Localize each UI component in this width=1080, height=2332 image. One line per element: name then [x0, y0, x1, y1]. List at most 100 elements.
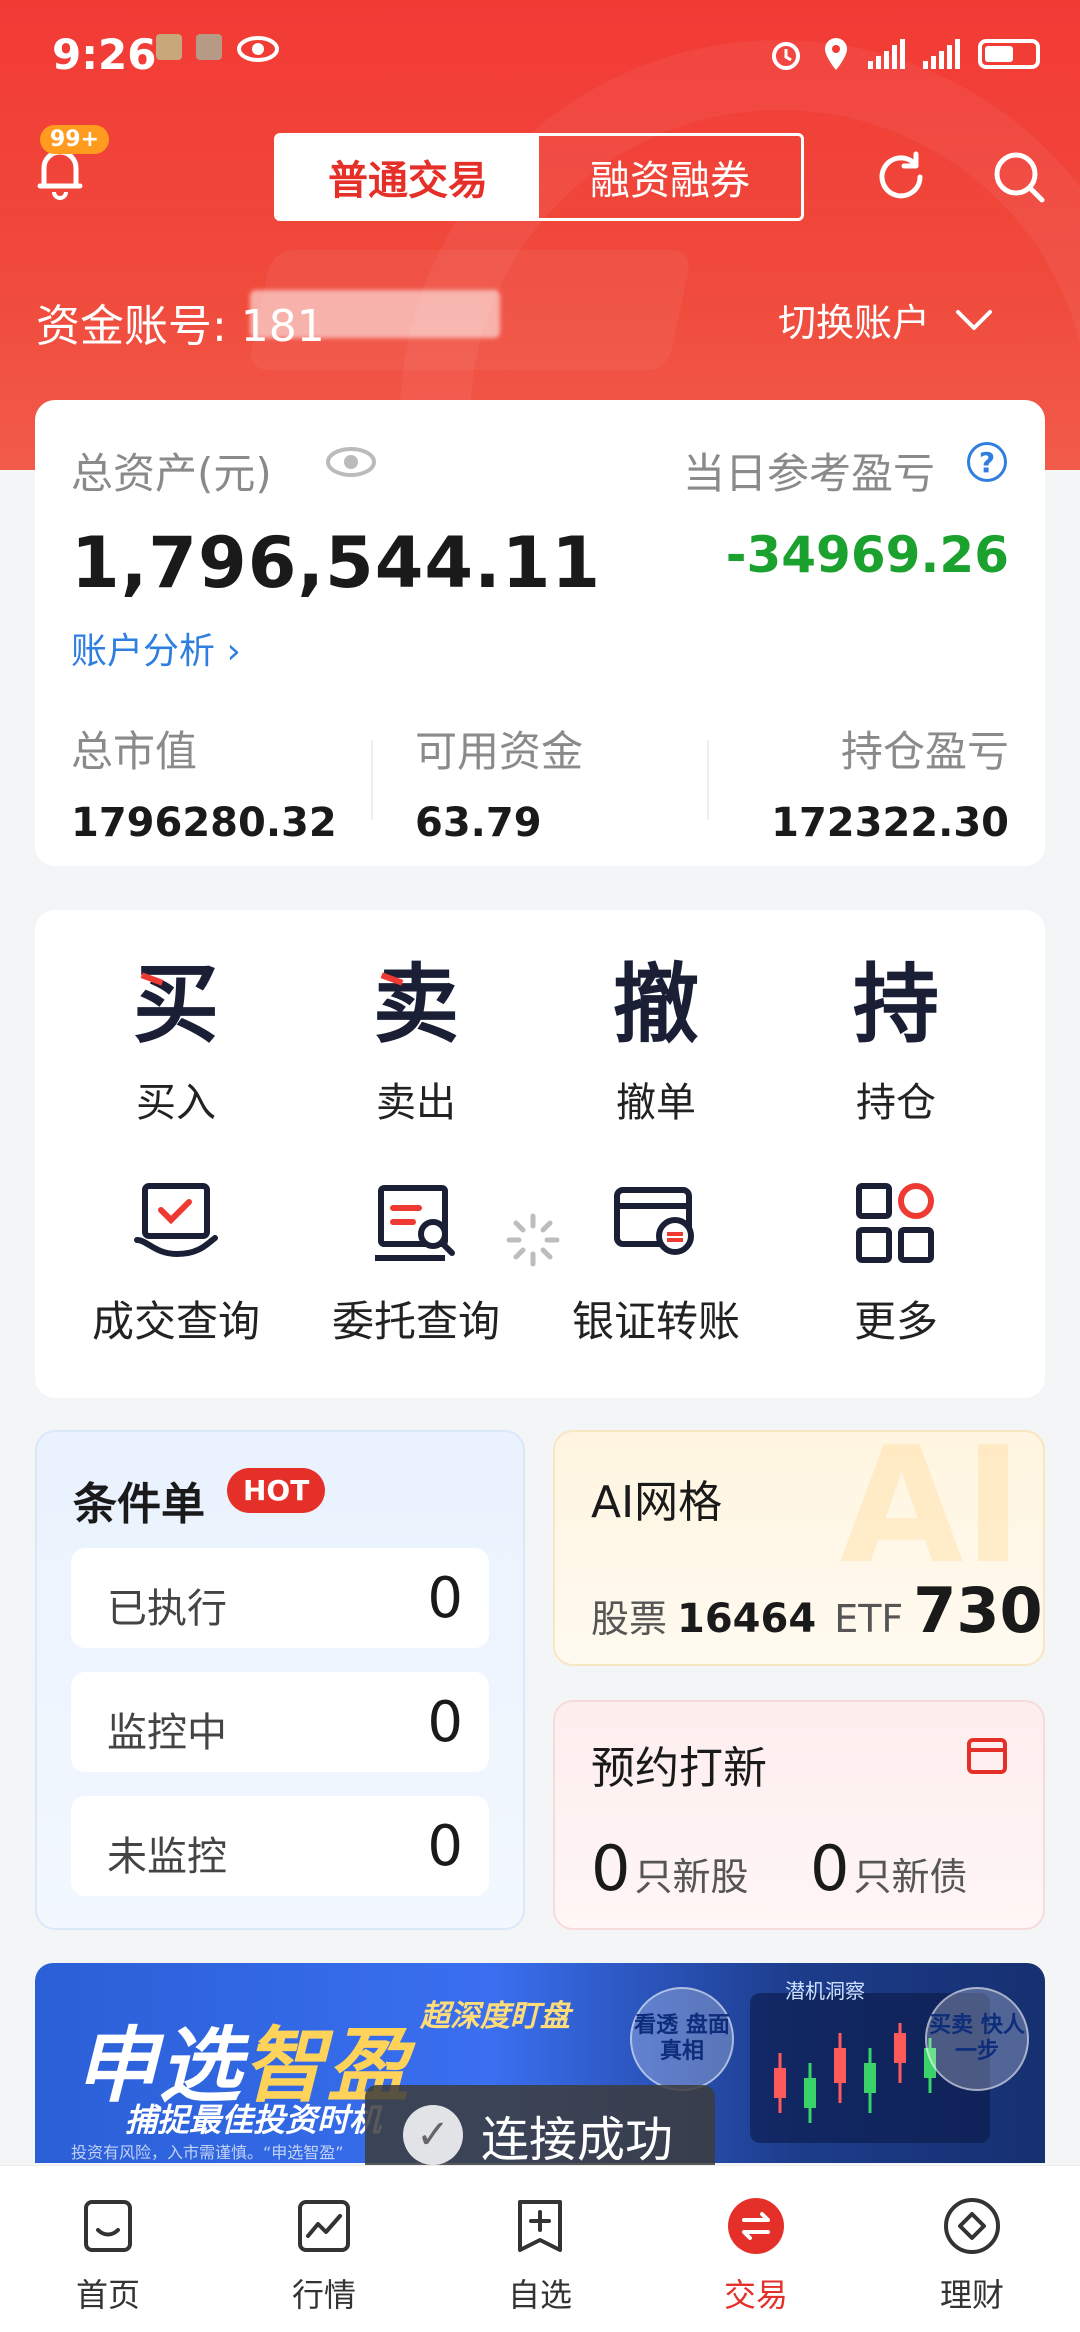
- refresh-icon[interactable]: [872, 148, 930, 206]
- monitoring-label: 监控中: [107, 1710, 227, 1756]
- sell-glyph-icon: 卖: [373, 955, 459, 1055]
- trade-icon: [728, 2198, 784, 2254]
- status-notification-icons: [156, 34, 280, 64]
- cancel-order-button[interactable]: 撤 撤单: [536, 962, 776, 1128]
- buy-glyph-icon: 买: [133, 955, 219, 1055]
- banner-tagline: 捕捉最佳投资时机: [125, 2101, 382, 2139]
- more-button[interactable]: 更多: [776, 1178, 1016, 1349]
- buy-label: 买入: [136, 1080, 216, 1126]
- trade-query-icon: [134, 1183, 218, 1258]
- executed-label: 已执行: [107, 1586, 227, 1632]
- wealth-icon: [944, 2198, 1000, 2254]
- ipo-title: 预约打新: [591, 1743, 767, 1794]
- home-icon: [84, 2200, 132, 2252]
- app-notification-icon: [196, 34, 222, 60]
- ai-etf-label: ETF: [834, 1597, 904, 1641]
- account-analysis-label: 账户分析: [71, 631, 216, 672]
- monitoring-row[interactable]: 监控中 0: [71, 1672, 489, 1772]
- more-grid-icon: [856, 1183, 934, 1263]
- executed-row[interactable]: 已执行 0: [71, 1548, 489, 1648]
- trade-query-button[interactable]: 成交查询: [56, 1178, 296, 1349]
- bottom-nav: 首页 行情 自选 交易 理财: [0, 2165, 1080, 2332]
- new-bonds-number: 0: [810, 1832, 850, 1905]
- new-bonds-count: 0 只新债: [810, 1832, 967, 1905]
- signal-icon: [923, 39, 960, 69]
- notification-badge: 99+: [40, 125, 110, 154]
- available-funds-label: 可用资金: [415, 727, 584, 776]
- buy-button[interactable]: 买 买入: [56, 962, 296, 1128]
- positions-button[interactable]: 持 持仓: [776, 962, 1016, 1128]
- nav-market[interactable]: 行情: [216, 2166, 432, 2332]
- tab-margin-trade[interactable]: 融资融券: [539, 136, 801, 218]
- banner-chart-title: 潜机洞察: [785, 1979, 865, 2003]
- ipo-subscription-card[interactable]: 预约打新 0 只新股 0 只新债: [553, 1700, 1045, 1930]
- new-stocks-label: 只新股: [634, 1855, 749, 1899]
- chevron-right-icon: ›: [226, 631, 241, 672]
- nav-trade[interactable]: 交易: [648, 2166, 864, 2332]
- conditional-orders-title: 条件单: [73, 1479, 205, 1530]
- app-notification-icon: [156, 34, 182, 60]
- order-query-button[interactable]: 委托查询: [296, 1178, 536, 1349]
- nav-market-label: 行情: [291, 2276, 356, 2314]
- location-icon: [825, 38, 847, 70]
- account-analysis-link[interactable]: 账户分析 ›: [71, 622, 241, 674]
- nav-home[interactable]: 首页: [0, 2166, 216, 2332]
- executed-count: 0: [427, 1566, 463, 1631]
- ai-stock-label: 股票: [591, 1597, 668, 1641]
- calendar-icon: [967, 1738, 1007, 1774]
- banner-disclaimer: 投资有风险，入市需谨慎。“申选智盈”: [71, 2143, 344, 2162]
- nav-wealth[interactable]: 理财: [864, 2166, 1080, 2332]
- total-assets-label: 总资产(元): [71, 449, 272, 498]
- positions-glyph-icon: 持: [853, 955, 939, 1055]
- total-assets-value: 1,796,544.11: [71, 522, 602, 604]
- nav-trade-label: 交易: [723, 2276, 788, 2314]
- market-icon: [298, 2200, 350, 2252]
- help-icon[interactable]: ?: [967, 442, 1007, 482]
- position-pnl-value: 172322.30: [771, 800, 1009, 846]
- trade-query-label: 成交查询: [91, 1297, 260, 1346]
- nav-watchlist[interactable]: 自选: [432, 2166, 648, 2332]
- ai-stock-value: 16464: [677, 1596, 817, 1642]
- banner-subtitle: 超深度盯盘: [420, 1999, 570, 2034]
- new-stocks-number: 0: [591, 1832, 631, 1905]
- daily-pnl-label: 当日参考盈亏: [682, 449, 935, 498]
- banner-bubble: 看透 盘面真相: [630, 1987, 734, 2091]
- bank-transfer-icon: [614, 1187, 694, 1255]
- available-funds-value: 63.79: [415, 800, 542, 846]
- nav-watchlist-label: 自选: [507, 2276, 572, 2314]
- banner-bubble: 买卖 快人一步: [925, 1987, 1029, 2091]
- asset-card: 总资产(元) 当日参考盈亏 ? 1,796,544.11 -34969.26 账…: [35, 400, 1045, 866]
- bank-transfer-button[interactable]: 银证转账: [536, 1178, 776, 1349]
- nav-wealth-label: 理财: [939, 2276, 1004, 2314]
- eye-status-icon: [237, 36, 279, 62]
- not-monitoring-count: 0: [427, 1814, 463, 1879]
- function-grid: 买 买入 卖 卖出 撤 撤单 持 持仓 成交查询 委托查询 银证转账 更多: [35, 910, 1045, 1398]
- divider: [371, 740, 373, 820]
- ai-etf-value: 730: [913, 1574, 1043, 1647]
- not-monitoring-label: 未监控: [107, 1834, 227, 1880]
- conditional-orders-card[interactable]: 条件单 HOT 已执行 0 监控中 0 未监控 0: [35, 1430, 525, 1930]
- order-query-label: 委托查询: [331, 1297, 500, 1346]
- not-monitoring-row[interactable]: 未监控 0: [71, 1796, 489, 1896]
- market-value-value: 1796280.32: [71, 800, 337, 846]
- search-icon[interactable]: [990, 148, 1048, 206]
- tab-normal-trade[interactable]: 普通交易: [277, 136, 539, 218]
- more-label: 更多: [853, 1297, 938, 1346]
- market-value-label: 总市值: [71, 727, 198, 776]
- toast-text: 连接成功: [481, 2112, 674, 2168]
- monitoring-count: 0: [427, 1690, 463, 1755]
- sell-button[interactable]: 卖 卖出: [296, 962, 536, 1128]
- ai-grid-stats: 股票 16464 ETF 730: [591, 1574, 1043, 1647]
- ai-grid-title: AI网格: [591, 1477, 723, 1528]
- position-pnl-label: 持仓盈亏: [840, 727, 1009, 776]
- ai-grid-card[interactable]: AI AI网格 股票 16464 ETF 730: [553, 1430, 1045, 1666]
- cancel-glyph-icon: 撤: [613, 955, 699, 1055]
- sell-label: 卖出: [376, 1080, 456, 1126]
- status-system-icons: [768, 36, 1040, 72]
- hot-badge: HOT: [227, 1468, 326, 1513]
- switch-account-button[interactable]: 切换账户: [778, 292, 994, 347]
- positions-label: 持仓: [856, 1080, 936, 1126]
- status-time: 9:26: [52, 30, 157, 79]
- eye-icon[interactable]: [325, 446, 377, 478]
- daily-pnl-value: -34969.26: [725, 526, 1009, 584]
